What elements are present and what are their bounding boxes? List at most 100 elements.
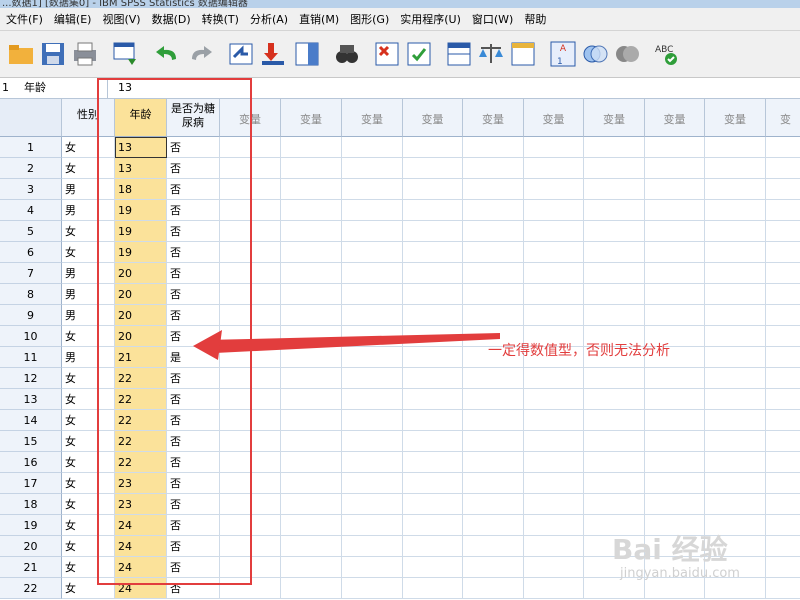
- insert-cases-button[interactable]: [372, 39, 402, 69]
- cell-sex[interactable]: 男: [62, 284, 115, 305]
- row-header[interactable]: 18: [0, 494, 62, 515]
- cell-empty[interactable]: [766, 158, 800, 179]
- cell-empty[interactable]: [524, 452, 584, 473]
- goto-variable-button[interactable]: [258, 39, 288, 69]
- cell-empty[interactable]: [766, 473, 800, 494]
- find-button[interactable]: [332, 39, 362, 69]
- cell-dm[interactable]: 否: [167, 368, 220, 389]
- cell-empty[interactable]: [220, 515, 281, 536]
- cell-empty[interactable]: [403, 473, 463, 494]
- open-folder-button[interactable]: [6, 39, 36, 69]
- cell-empty[interactable]: [281, 158, 342, 179]
- cell-empty[interactable]: [463, 431, 524, 452]
- cell-age[interactable]: 22: [115, 452, 167, 473]
- cell-empty[interactable]: [342, 326, 403, 347]
- cell-empty[interactable]: [645, 431, 705, 452]
- cell-age[interactable]: 22: [115, 368, 167, 389]
- cell-empty[interactable]: [766, 137, 800, 158]
- cell-empty[interactable]: [524, 158, 584, 179]
- cell-empty[interactable]: [766, 578, 800, 599]
- cell-empty[interactable]: [645, 389, 705, 410]
- row-header[interactable]: 22: [0, 578, 62, 599]
- cell-age[interactable]: 24: [115, 515, 167, 536]
- cell-empty[interactable]: [342, 389, 403, 410]
- cell-empty[interactable]: [524, 368, 584, 389]
- cell-sex[interactable]: 男: [62, 263, 115, 284]
- cell-empty[interactable]: [705, 305, 766, 326]
- row-header[interactable]: 12: [0, 368, 62, 389]
- cell-dm[interactable]: 否: [167, 410, 220, 431]
- cell-empty[interactable]: [281, 557, 342, 578]
- cell-empty[interactable]: [524, 200, 584, 221]
- cell-sex[interactable]: 女: [62, 242, 115, 263]
- cell-age[interactable]: 23: [115, 494, 167, 515]
- cell-dm[interactable]: 否: [167, 200, 220, 221]
- cell-dm[interactable]: 否: [167, 536, 220, 557]
- cell-sex[interactable]: 女: [62, 494, 115, 515]
- cell-empty[interactable]: [281, 263, 342, 284]
- cell-empty[interactable]: [403, 578, 463, 599]
- cell-empty[interactable]: [220, 347, 281, 368]
- cell-sex[interactable]: 女: [62, 473, 115, 494]
- cell-empty[interactable]: [342, 431, 403, 452]
- cell-dm[interactable]: 否: [167, 263, 220, 284]
- cell-empty[interactable]: [705, 242, 766, 263]
- column-header-2[interactable]: 是否为糖尿病: [167, 99, 220, 137]
- cell-sex[interactable]: 男: [62, 179, 115, 200]
- cell-empty[interactable]: [220, 326, 281, 347]
- cell-empty[interactable]: [403, 494, 463, 515]
- row-header[interactable]: 19: [0, 515, 62, 536]
- value-labels-button[interactable]: A1: [548, 39, 578, 69]
- menu-item-0[interactable]: 文件(F): [0, 11, 48, 27]
- redo-button[interactable]: [186, 39, 216, 69]
- cell-empty[interactable]: [524, 431, 584, 452]
- cell-empty[interactable]: [584, 263, 645, 284]
- cell-empty[interactable]: [705, 410, 766, 431]
- row-header[interactable]: 3: [0, 179, 62, 200]
- cell-sex[interactable]: 女: [62, 536, 115, 557]
- cell-empty[interactable]: [524, 515, 584, 536]
- cell-empty[interactable]: [584, 200, 645, 221]
- cell-empty[interactable]: [766, 431, 800, 452]
- cell-empty[interactable]: [281, 431, 342, 452]
- cell-empty[interactable]: [403, 389, 463, 410]
- cell-empty[interactable]: [220, 179, 281, 200]
- cell-empty[interactable]: [342, 368, 403, 389]
- cell-empty[interactable]: [705, 263, 766, 284]
- cell-empty[interactable]: [645, 263, 705, 284]
- cell-empty[interactable]: [220, 158, 281, 179]
- variables-button[interactable]: [292, 39, 322, 69]
- cell-empty[interactable]: [342, 137, 403, 158]
- cell-empty[interactable]: [645, 368, 705, 389]
- cell-empty[interactable]: [705, 284, 766, 305]
- weight-cases-button[interactable]: [476, 39, 506, 69]
- cell-empty[interactable]: [705, 494, 766, 515]
- cell-sex[interactable]: 女: [62, 578, 115, 599]
- row-header[interactable]: 13: [0, 389, 62, 410]
- cell-empty[interactable]: [342, 158, 403, 179]
- split-file-button[interactable]: [444, 39, 474, 69]
- cell-dm[interactable]: 否: [167, 431, 220, 452]
- cell-age[interactable]: 24: [115, 557, 167, 578]
- cell-empty[interactable]: [645, 473, 705, 494]
- cell-age[interactable]: 19: [115, 200, 167, 221]
- cell-empty[interactable]: [220, 410, 281, 431]
- cell-age[interactable]: 18: [115, 179, 167, 200]
- cell-sex[interactable]: 男: [62, 305, 115, 326]
- cell-empty[interactable]: [281, 578, 342, 599]
- cell-empty[interactable]: [645, 410, 705, 431]
- cell-empty[interactable]: [463, 158, 524, 179]
- cell-empty[interactable]: [281, 473, 342, 494]
- cell-empty[interactable]: [403, 137, 463, 158]
- cell-empty[interactable]: [705, 137, 766, 158]
- cell-empty[interactable]: [524, 473, 584, 494]
- cell-sex[interactable]: 男: [62, 347, 115, 368]
- menu-item-9[interactable]: 窗口(W): [466, 11, 518, 27]
- menu-item-1[interactable]: 编辑(E): [48, 11, 97, 27]
- cell-sex[interactable]: 女: [62, 389, 115, 410]
- cell-empty[interactable]: [705, 389, 766, 410]
- cell-empty[interactable]: [584, 305, 645, 326]
- cell-empty[interactable]: [403, 284, 463, 305]
- undo-button[interactable]: [152, 39, 182, 69]
- cell-empty[interactable]: [342, 347, 403, 368]
